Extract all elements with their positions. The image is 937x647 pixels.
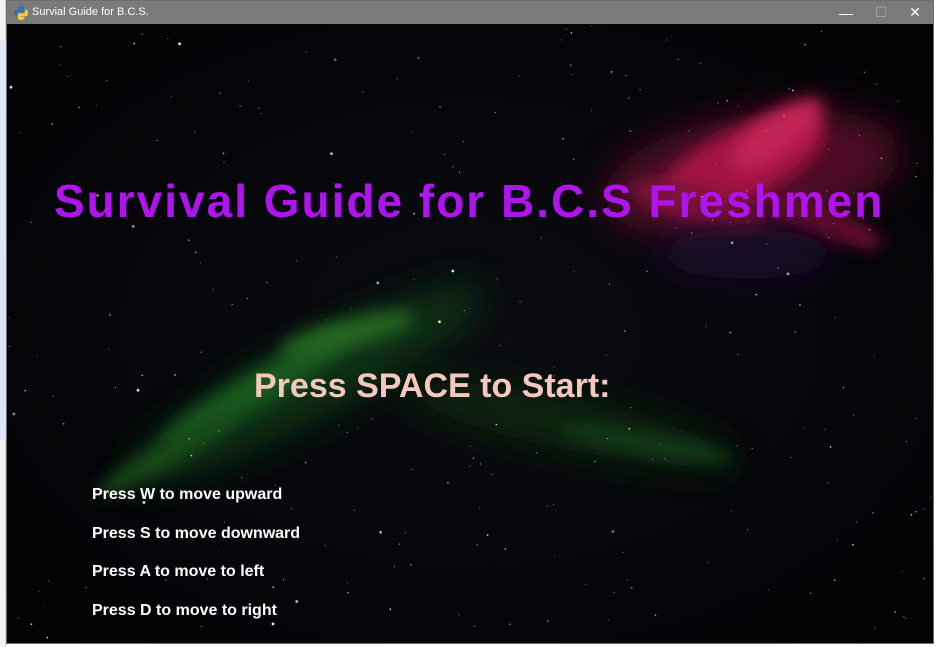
game-window: Survial Guide for B.C.S. — ☐ ✕ Survival … [6, 0, 934, 644]
control-instruction-s: Press S to move downward [92, 524, 301, 542]
game-title: Survival Guide for B.C.S Freshmen [54, 175, 885, 227]
controls-list: Press W to move upward Press S to move d… [92, 485, 300, 640]
close-icon: ✕ [909, 4, 921, 20]
minimize-button[interactable]: — [829, 1, 863, 24]
python-icon [14, 6, 28, 20]
window-title: Survial Guide for B.C.S. [32, 6, 149, 18]
maximize-icon: ☐ [874, 4, 888, 20]
control-instruction-w: Press W to move upward [92, 486, 283, 503]
control-instruction-a: Press A to move to left [92, 563, 265, 581]
title-bar[interactable]: Survial Guide for B.C.S. — ☐ ✕ [7, 1, 933, 24]
minimize-icon: — [839, 4, 853, 21]
close-button[interactable]: ✕ [898, 1, 932, 24]
start-prompt: Press SPACE to Start: [254, 367, 611, 405]
control-instruction-d: Press D to move to right [92, 602, 277, 620]
game-canvas[interactable]: Survival Guide for B.C.S Freshmen Press … [7, 24, 933, 643]
maximize-button[interactable]: ☐ [864, 1, 898, 24]
